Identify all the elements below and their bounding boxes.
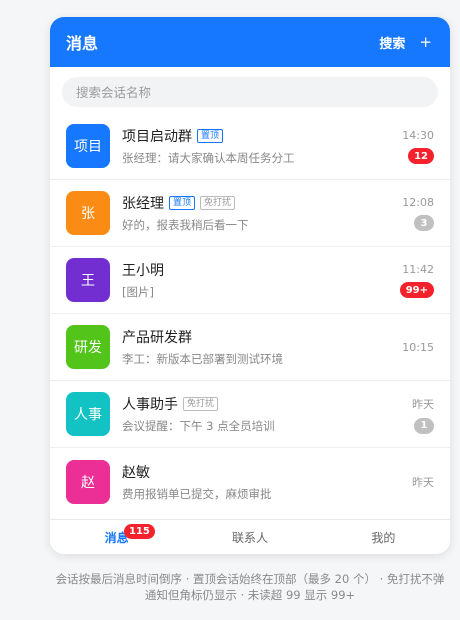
conversation-list: 项目 项目启动群 置顶 张经理：请大家确认本周任务分工 14:30 12 张张经理 置顶 免打扰… <box>50 113 450 515</box>
conversation-meta: 14:30 12 <box>374 113 434 180</box>
conversation-item[interactable]: 项目 项目启动群 置顶 张经理：请大家确认本周任务分工 14:30 12 <box>50 113 450 180</box>
search-button[interactable]: 搜索 <box>379 33 405 52</box>
footer-note: 会话按最后消息时间倒序 · 置顶会话始终在顶部（最多 20 个） · 免打扰不弹… <box>55 572 445 602</box>
mute-tag: 免打扰 <box>200 196 236 210</box>
pinned-tag: 置顶 <box>169 196 196 210</box>
conversation-name: 产品研发群 <box>122 330 192 346</box>
mute-tag: 免打扰 <box>183 397 219 411</box>
avatar: 赵 <box>66 459 110 504</box>
search-bar <box>50 67 450 113</box>
avatar: 研发 <box>66 325 110 369</box>
unread-badge: 1 <box>414 417 434 434</box>
conversation-name: 王小明 <box>122 263 164 279</box>
conversation-name: 人事助手 <box>122 397 178 413</box>
avatar: 张 <box>66 191 110 235</box>
tab-messages[interactable]: 消息 115 <box>50 520 183 554</box>
avatar: 人事 <box>66 392 110 436</box>
conversation-item[interactable]: 人事 人事助手 免打扰 会议提醒：下午 3 点全员培训 昨天 1 <box>50 381 450 448</box>
conversation-item[interactable]: 赵赵敏 费用报销单已提交，麻烦审批 昨天 <box>50 448 450 515</box>
conversation-meta: 昨天 1 <box>374 381 434 448</box>
conversation-item[interactable]: 研发 产品研发群 李工：新版本已部署到测试环境 10:15 <box>50 314 450 381</box>
chat-list-screen: 消息 搜索 + 项目项目启动群置顶张经理：请大家确认本周任务分工14:3012张… <box>50 17 450 554</box>
unread-total-badge: 115 <box>124 524 155 539</box>
page-title: 消息 <box>66 34 99 53</box>
conversation-name: 张经理 <box>122 196 164 212</box>
timestamp: 12:08 <box>402 196 434 209</box>
tab-label: 我的 <box>371 530 396 545</box>
tab-label: 联系人 <box>231 530 268 545</box>
conversation-meta: 10:15 <box>374 314 434 381</box>
timestamp: 11:42 <box>402 263 434 276</box>
conversation-item[interactable]: 王王小明 [图片] 11:42 99+ <box>50 247 450 314</box>
avatar: 项目 <box>66 124 110 168</box>
timestamp: 14:30 <box>402 129 434 142</box>
conversation-meta: 11:42 99+ <box>374 247 434 314</box>
avatar: 王 <box>66 258 110 302</box>
plus-icon[interactable]: + <box>419 33 432 51</box>
conversation-name: 项目启动群 <box>122 129 192 145</box>
unread-badge: 3 <box>414 215 434 231</box>
top-bar: 消息 搜索 + <box>50 17 450 67</box>
pinned-tag: 置顶 <box>197 129 224 143</box>
timestamp: 10:15 <box>402 341 434 354</box>
conversation-item[interactable]: 张张经理 置顶 免打扰 好的，报表我稍后看一下 12:08 3 <box>50 180 450 247</box>
unread-badge: 12 <box>408 148 434 164</box>
timestamp: 昨天 <box>412 397 434 411</box>
tab-me[interactable]: 我的 <box>317 520 450 554</box>
tab-contacts[interactable]: 联系人 <box>183 520 316 554</box>
unread-badge: 99+ <box>399 282 434 298</box>
bottom-tab-bar: 消息 115 联系人 我的 <box>50 519 450 554</box>
search-input[interactable] <box>62 77 438 107</box>
timestamp: 昨天 <box>412 475 434 489</box>
conversation-name: 赵敏 <box>122 464 150 481</box>
conversation-meta: 12:08 3 <box>374 180 434 247</box>
conversation-meta: 昨天 <box>374 448 434 515</box>
header-actions: 搜索 + <box>379 33 432 52</box>
